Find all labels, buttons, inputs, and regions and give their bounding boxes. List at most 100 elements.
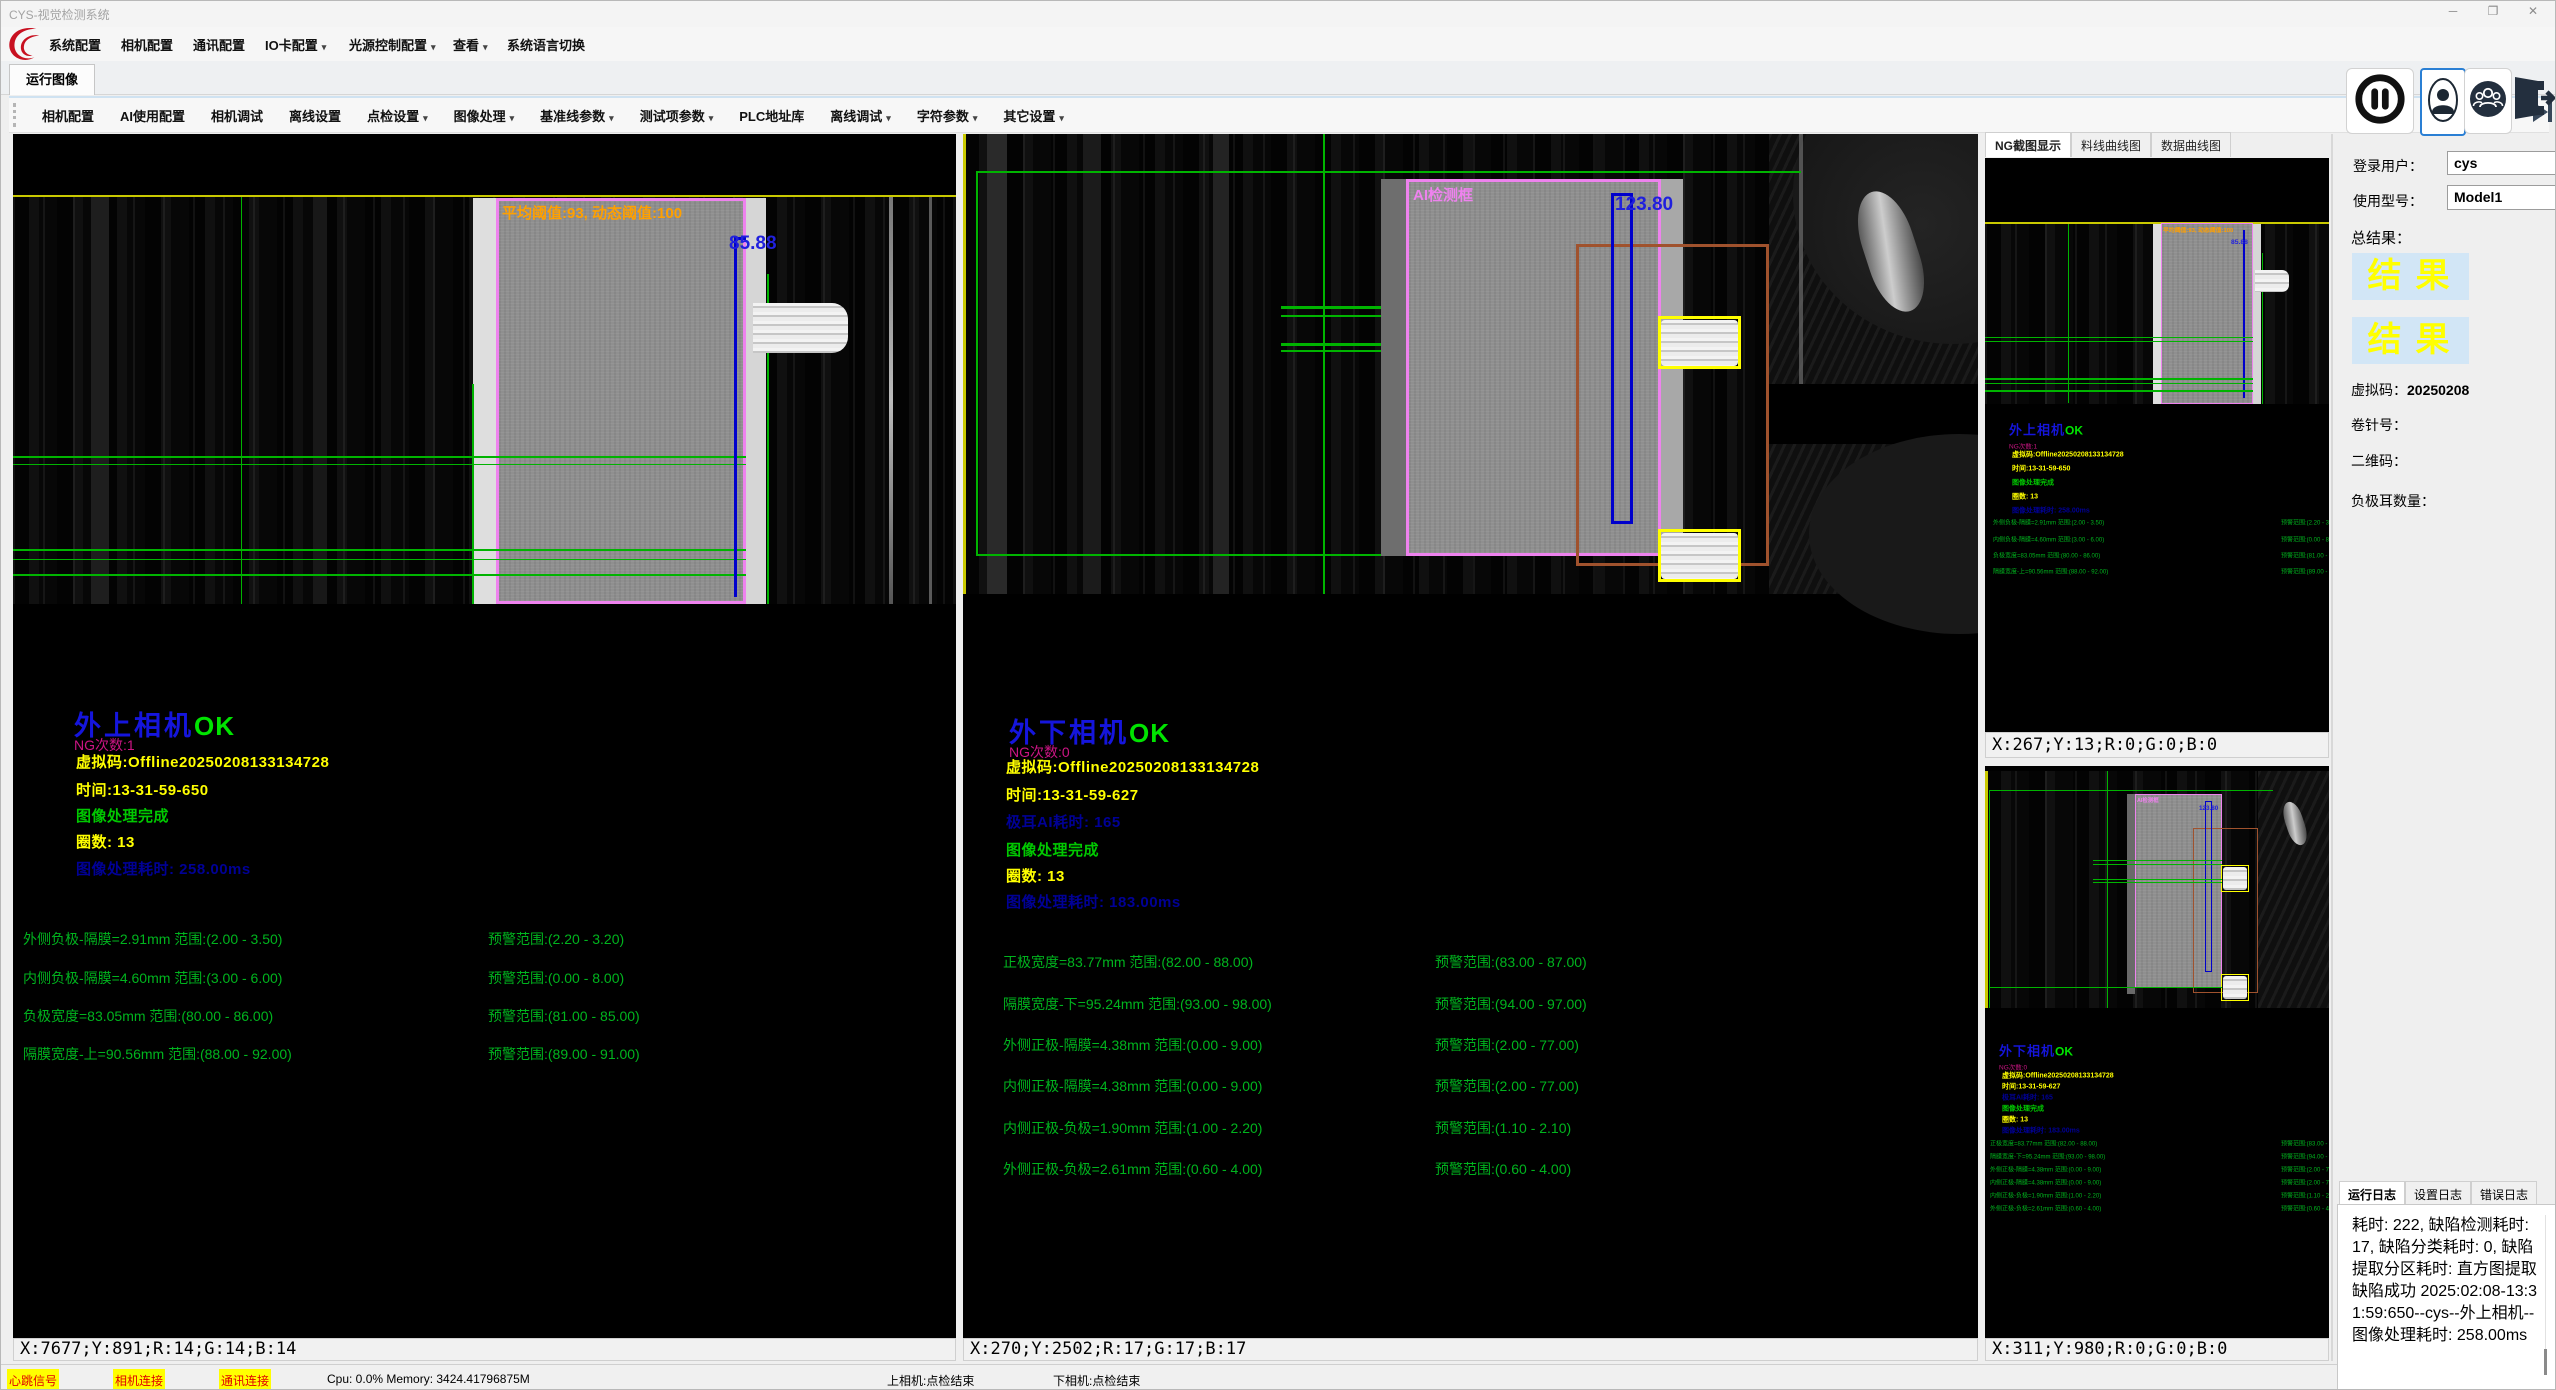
tool-offline-setting[interactable]: 离线设置 [276,106,354,125]
width-value-overlay: 85.88 [729,233,777,255]
vcode-row: 虚拟码：20250208 [2351,380,2469,400]
measurement-warn: 预警范围:(2.00 - 77.00) [1435,1076,1579,1096]
title-bar: CYS-视觉检测系统 ─ ❐ ✕ [1,1,2556,27]
measurement-warn: 预警范围:(0.60 - 4.00) [1435,1159,1571,1179]
negtab-count-label: 负极耳数量： [2351,491,2435,511]
user-icon [2426,73,2460,132]
tab-setting-log[interactable]: 设置日志 [2405,1181,2471,1206]
measurement-value: 外侧正极-负极=2.61mm 范围:(0.60 - 4.00) [1003,1159,1262,1179]
chevron-down-icon: ▾ [510,113,515,123]
tab-run-image[interactable]: 运行图像 [9,64,95,95]
tab-line-curve[interactable]: 料线曲线图 [2071,132,2151,157]
model-field[interactable]: Model1 [2447,185,2556,210]
divider [2331,134,2333,1361]
chevron-down-icon: ▾ [483,42,488,52]
threshold-overlay-text: 平均阈值:93, 动态阈值:100 [502,202,682,223]
tool-image-process[interactable]: 图像处理▾ [441,106,528,125]
camera-view-upper[interactable]: 平均阈值:93, 动态阈值:100 85.88 外上相机OK NG次数:1 虚拟… [13,134,956,1338]
model-label: 使用型号： [2353,191,2423,211]
menu-language-switch[interactable]: 系统语言切换 [507,35,585,54]
menu-bar: 系统配置 相机配置 通讯配置 IO卡配置▾ 光源控制配置▾ 查看▾ 系统语言切换 [1,27,2556,61]
tool-baseline-params[interactable]: 基准线参数▾ [527,106,627,125]
app-window: CYS-视觉检测系统 ─ ❐ ✕ 系统配置 相机配置 通讯配置 IO卡配置▾ 光… [0,0,2556,1390]
measure-bracket-blue [734,237,737,597]
vcode-label: 虚拟码： [2351,382,2407,398]
tool-camera-config[interactable]: 相机配置 [29,106,107,125]
process-elapsed: 图像处理耗时: 258.00ms [76,858,251,879]
chevron-down-icon: ▾ [973,113,978,123]
chevron-down-icon: ▾ [423,113,428,123]
menu-camera-config[interactable]: 相机配置 [121,35,173,54]
measurement-warn: 预警范围:(83.00 - 87.00) [1435,952,1587,972]
timestamp: 时间:13-31-59-650 [76,779,209,800]
process-done: 图像处理完成 [1006,839,1099,860]
ng-snapshot-upper[interactable]: 平均阈值:93, 动态阈值:100 85.88 外上相机OK NG次数:1 虚拟… [1985,158,2329,732]
measurement-value: 正极宽度=83.77mm 范围:(82.00 - 88.00) [1003,952,1253,972]
window-title: CYS-视觉检测系统 [9,6,110,23]
measurement-value: 内侧正极-负极=1.90mm 范围:(1.00 - 2.20) [1003,1118,1262,1138]
tab-detect-box-yellow [1658,316,1741,369]
measurement-value: 负极宽度=83.05mm 范围:(80.00 - 86.00) [23,1006,273,1026]
lower-camera-status: 下相机:点检结束 [1053,1372,1140,1389]
tool-other-settings[interactable]: 其它设置▾ [990,106,1077,125]
width-value-overlay: 123.80 [1615,194,1673,216]
tab-run-log[interactable]: 运行日志 [2339,1181,2405,1206]
camera-connect-badge: 相机连接 [113,1369,165,1390]
menu-comm-config[interactable]: 通讯配置 [193,35,245,54]
log-panel[interactable]: 耗时: 222, 缺陷检测耗时: 17, 缺陷分类耗时: 0, 缺陷提取分区耗时… [2337,1204,2556,1390]
winder-label: 卷针号： [2351,415,2407,435]
menu-view[interactable]: 查看▾ [453,35,488,54]
menu-system-config[interactable]: 系统配置 [49,35,101,54]
measurement-value: 隔膜宽度-下=95.24mm 范围:(93.00 - 98.00) [1003,994,1272,1014]
toolbar-drag-handle[interactable] [13,103,21,127]
minimize-icon[interactable]: ─ [2438,4,2468,18]
pause-icon [2353,72,2407,131]
tab-row [1,61,2556,95]
users-button[interactable] [2464,68,2512,134]
close-icon[interactable]: ✕ [2518,4,2548,18]
total-result-label: 总结果： [2351,227,2411,248]
tab-error-log[interactable]: 错误日志 [2471,1181,2537,1206]
tool-spotcheck-setting[interactable]: 点检设置▾ [354,106,441,125]
measurement-warn: 预警范围:(81.00 - 85.00) [488,1006,640,1026]
coord-bar-snapshot-upper: X:267;Y:13;R:0;G:0;B:0 [1985,732,2329,758]
tab-ng-snapshot[interactable]: NG截图显示 [1985,132,2071,157]
chevron-down-icon: ▾ [322,42,327,52]
tool-plc-address[interactable]: PLC地址库 [726,106,817,125]
users-icon [2468,79,2508,124]
machinery-region [1769,134,1978,594]
cpu-memory-status: Cpu: 0.0% Memory: 3424.41796875M [327,1372,530,1386]
pause-button[interactable] [2346,68,2414,134]
log-scrollbar-thumb[interactable] [2544,1349,2547,1375]
user-button[interactable] [2420,68,2466,136]
measurement-warn: 预警范围:(2.00 - 77.00) [1435,1035,1579,1055]
measurement-warn: 预警范围:(94.00 - 97.00) [1435,994,1587,1014]
tab-data-curve[interactable]: 数据曲线图 [2151,132,2231,157]
result-display-2: 结果 [2352,317,2469,364]
tool-ai-config[interactable]: AI使用配置 [107,106,198,125]
maximize-icon[interactable]: ❐ [2478,4,2508,18]
tool-testitem-params[interactable]: 测试项参数▾ [627,106,727,125]
virtual-code: 虚拟码:Offline20250208133134728 [1006,756,1259,777]
sidebar-tabs: NG截图显示料线曲线图数据曲线图 [1985,132,2329,158]
login-user-field[interactable]: cys [2447,151,2556,175]
exit-button[interactable] [2511,71,2556,129]
ai-elapsed: 极耳AI耗时: 165 [1006,811,1121,832]
menu-io-config[interactable]: IO卡配置▾ [265,35,326,54]
log-tabs: 运行日志设置日志错误日志 [2339,1181,2556,1206]
virtual-code: 虚拟码:Offline20250208133134728 [76,751,329,772]
ai-box-label: AI检测框 [1413,184,1473,205]
measure-rect-blue [1611,193,1633,524]
tool-char-params[interactable]: 字符参数▾ [904,106,991,125]
coord-bar-lower: X:270;Y:2502;R:17;G:17;B:17 [963,1338,1978,1361]
tool-camera-debug[interactable]: 相机调试 [198,106,276,125]
measurement-value: 内侧正极-隔膜=4.38mm 范围:(0.00 - 9.00) [1003,1076,1262,1096]
camera-view-lower[interactable]: AI检测框 123.80 外下相机OK NG次数:0 虚拟码:Offline20… [963,134,1978,1338]
tool-offline-debug[interactable]: 离线调试▾ [817,106,904,125]
result-ok: OK [194,711,235,741]
measurement-value: 外侧负极-隔膜=2.91mm 范围:(2.00 - 3.50) [23,929,282,949]
status-bar: 心跳信号 相机连接 通讯连接 Cpu: 0.0% Memory: 3424.41… [1,1364,2337,1390]
measurement-warn: 预警范围:(0.00 - 8.00) [488,968,624,988]
menu-light-config[interactable]: 光源控制配置▾ [349,35,436,54]
ng-snapshot-lower[interactable]: AI检测框 123.80 外下相机OK NG次数:0 虚拟码:Offline20… [1985,766,2329,1338]
